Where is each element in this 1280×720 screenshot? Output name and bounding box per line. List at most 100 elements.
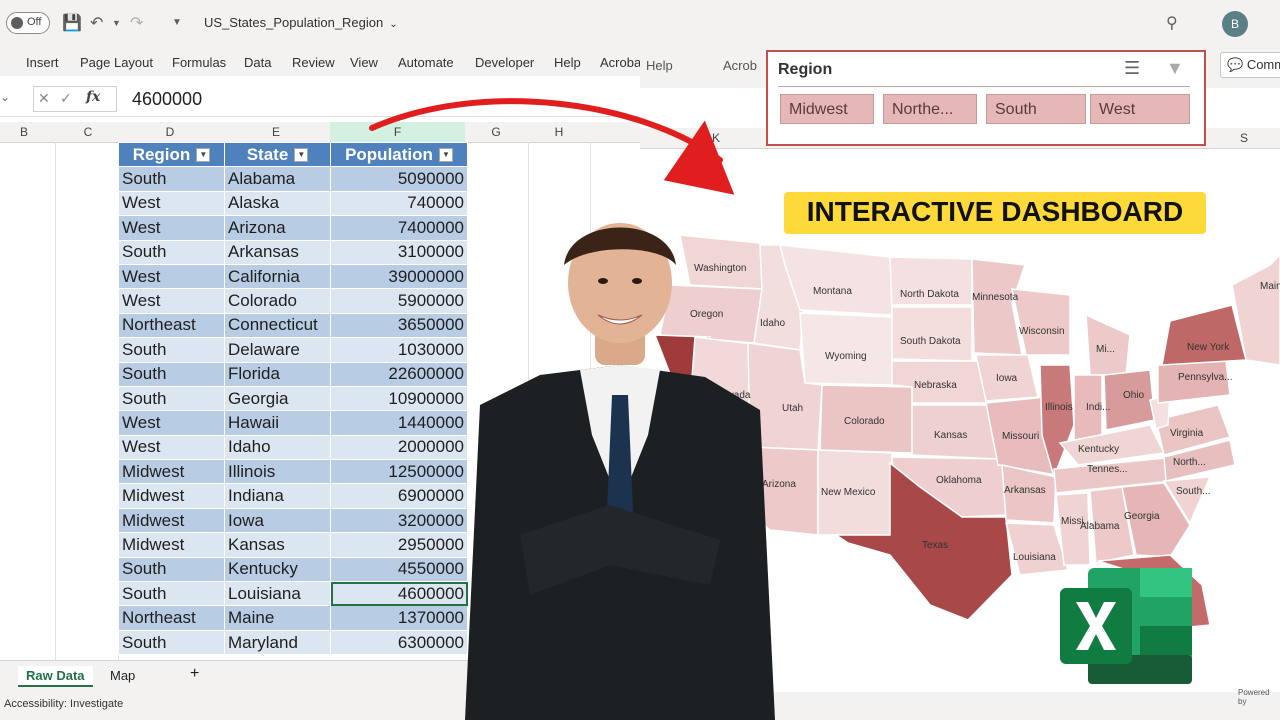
cell-state[interactable]: Hawaii xyxy=(224,410,331,436)
tab-review[interactable]: Review xyxy=(292,55,335,70)
cell-state[interactable]: Arizona xyxy=(224,215,331,241)
customize-toolbar-icon[interactable]: ▼ xyxy=(172,17,182,28)
cell-region[interactable]: West xyxy=(118,410,225,436)
accessibility-status[interactable]: Accessibility: Investigate xyxy=(4,698,123,710)
save-icon[interactable]: 💾 xyxy=(62,13,82,33)
add-sheet-button[interactable]: + xyxy=(182,663,207,685)
cell-state[interactable]: Idaho xyxy=(224,434,331,461)
clear-filter-icon[interactable]: ▼ xyxy=(1166,58,1184,79)
cell-population[interactable]: 2950000 xyxy=(330,532,468,558)
cell-state[interactable]: Iowa xyxy=(224,507,331,534)
tab-formulas[interactable]: Formulas xyxy=(172,55,226,70)
cell-state[interactable]: California xyxy=(224,263,331,290)
tab-insert[interactable]: Insert xyxy=(26,55,59,70)
search-icon[interactable]: ⚲ xyxy=(1166,13,1178,33)
header-region[interactable]: Region ▼ xyxy=(118,141,225,168)
sheet-tab-map[interactable]: Map xyxy=(102,666,143,685)
cell-population[interactable]: 6300000 xyxy=(330,629,468,656)
formula-input[interactable]: 4600000 xyxy=(132,89,202,110)
cell-population[interactable]: 22600000 xyxy=(330,361,468,387)
tab-view[interactable]: View xyxy=(350,55,378,70)
column-header-d[interactable]: D xyxy=(160,125,180,139)
cell-state[interactable]: Florida xyxy=(224,361,331,387)
cell-region[interactable]: South xyxy=(118,556,225,583)
cell-region[interactable]: South xyxy=(118,385,225,412)
cell-population[interactable]: 3650000 xyxy=(330,312,468,339)
tab-help[interactable]: Help xyxy=(554,55,581,70)
cell-population[interactable]: 2000000 xyxy=(330,434,468,461)
cell-population[interactable]: 1030000 xyxy=(330,337,468,363)
cell-region[interactable]: South xyxy=(118,361,225,387)
cell-region[interactable]: South xyxy=(118,629,225,656)
cell-region[interactable]: Northeast xyxy=(118,605,225,631)
tab-automate[interactable]: Automate xyxy=(398,55,454,70)
undo-icon[interactable]: ↶ xyxy=(90,13,103,33)
sheet-tab-raw-data[interactable]: Raw Data xyxy=(18,666,93,687)
cell-region[interactable]: Midwest xyxy=(118,507,225,534)
slicer-button-west[interactable]: West xyxy=(1090,94,1190,124)
tab-page-layout[interactable]: Page Layout xyxy=(80,55,153,70)
cell-region[interactable]: West xyxy=(118,215,225,241)
cell-state[interactable]: Kentucky xyxy=(224,556,331,583)
cell-state[interactable]: Kansas xyxy=(224,532,331,558)
header-state[interactable]: State ▼ xyxy=(224,141,331,168)
column-header-b[interactable]: B xyxy=(14,125,34,139)
tab-acrobat-right[interactable]: Acrob xyxy=(723,58,757,73)
slicer-button-northeast[interactable]: Northe... xyxy=(883,94,977,124)
file-name[interactable]: US_States_Population_Region ⌄ xyxy=(204,15,398,30)
column-header-e[interactable]: E xyxy=(266,125,286,139)
tab-data[interactable]: Data xyxy=(244,55,271,70)
cell-region[interactable]: South xyxy=(118,581,225,607)
cell-region[interactable]: West xyxy=(118,263,225,290)
cell-state[interactable]: Indiana xyxy=(224,483,331,509)
comments-button[interactable]: 💬 Comm xyxy=(1220,52,1280,78)
cell-population[interactable]: 1370000 xyxy=(330,605,468,631)
cell-state[interactable]: Alaska xyxy=(224,190,331,217)
cell-population[interactable]: 12500000 xyxy=(330,459,468,485)
cell-population[interactable]: 39000000 xyxy=(330,263,468,290)
cell-population[interactable]: 4600000 xyxy=(330,581,468,607)
cell-population[interactable]: 4550000 xyxy=(330,556,468,583)
column-header-s[interactable]: S xyxy=(1234,131,1254,145)
cell-state[interactable]: Louisiana xyxy=(224,581,331,607)
cell-state[interactable]: Connecticut xyxy=(224,312,331,339)
slicer-button-south[interactable]: South xyxy=(986,94,1086,124)
name-box-dropdown-icon[interactable]: ⌄ xyxy=(0,90,10,104)
cell-population[interactable]: 10900000 xyxy=(330,385,468,412)
cell-state[interactable]: Delaware xyxy=(224,337,331,363)
cell-region[interactable]: South xyxy=(118,239,225,265)
tab-developer[interactable]: Developer xyxy=(475,55,534,70)
cell-region[interactable]: West xyxy=(118,288,225,314)
cell-region[interactable]: Midwest xyxy=(118,459,225,485)
cell-population[interactable]: 6900000 xyxy=(330,483,468,509)
cell-population[interactable]: 7400000 xyxy=(330,215,468,241)
cell-region[interactable]: South xyxy=(118,337,225,363)
multi-select-icon[interactable]: ☰ xyxy=(1124,58,1140,79)
avatar[interactable]: B xyxy=(1222,11,1248,37)
cell-region[interactable]: West xyxy=(118,190,225,217)
tab-acrobat[interactable]: Acrobat xyxy=(600,55,640,70)
cell-region[interactable]: Northeast xyxy=(118,312,225,339)
cell-state[interactable]: Alabama xyxy=(224,166,331,192)
cell-state[interactable]: Arkansas xyxy=(224,239,331,265)
undo-dropdown-icon[interactable]: ▼ xyxy=(112,18,121,28)
cell-state[interactable]: Georgia xyxy=(224,385,331,412)
cell-state[interactable]: Maryland xyxy=(224,629,331,656)
cell-state[interactable]: Maine xyxy=(224,605,331,631)
cell-population[interactable]: 3200000 xyxy=(330,507,468,534)
insert-function-icon[interactable]: fx xyxy=(86,89,100,105)
cell-region[interactable]: South xyxy=(118,166,225,192)
cell-state[interactable]: Illinois xyxy=(224,459,331,485)
cell-population[interactable]: 5900000 xyxy=(330,288,468,314)
cell-region[interactable]: Midwest xyxy=(118,532,225,558)
slicer-button-midwest[interactable]: Midwest xyxy=(780,94,874,124)
cell-region[interactable]: Midwest xyxy=(118,483,225,509)
filter-dropdown-icon[interactable]: ▼ xyxy=(294,148,309,163)
column-header-c[interactable]: C xyxy=(78,125,98,139)
cell-population[interactable]: 1440000 xyxy=(330,410,468,436)
cell-state[interactable]: Colorado xyxy=(224,288,331,314)
tab-help-right[interactable]: Help xyxy=(646,58,673,73)
filter-dropdown-icon[interactable]: ▼ xyxy=(196,148,211,163)
cancel-icon[interactable]: ✕ xyxy=(38,90,50,107)
cell-population[interactable]: 3100000 xyxy=(330,239,468,265)
